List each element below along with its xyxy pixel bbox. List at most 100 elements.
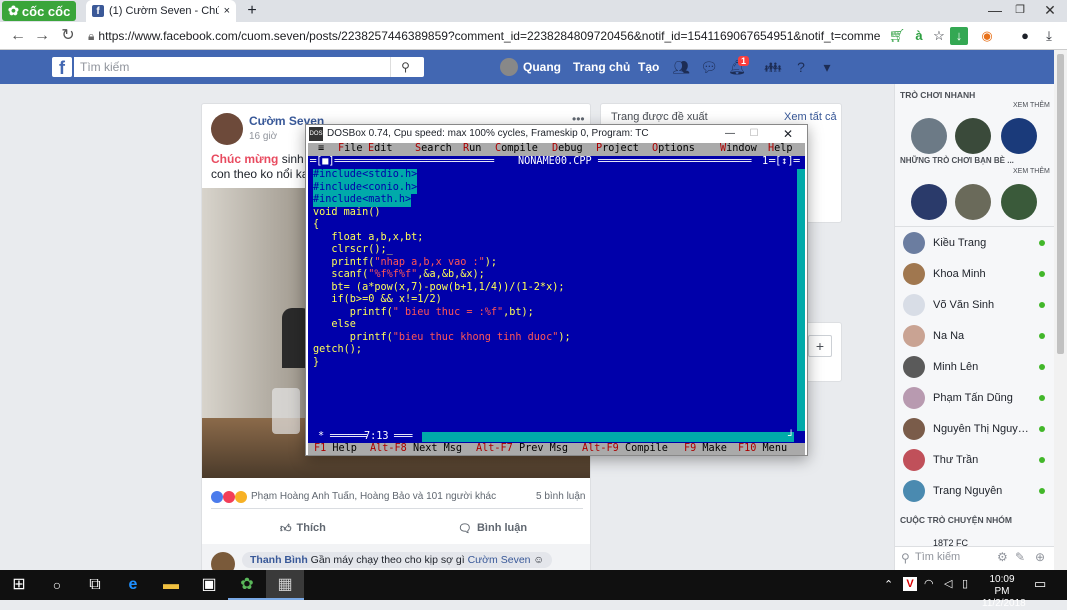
- add-button[interactable]: +: [808, 335, 832, 357]
- antivirus-tray-icon[interactable]: V: [903, 577, 917, 591]
- messenger-icon[interactable]: 💬︎: [700, 58, 718, 76]
- tc-status-item[interactable]: F1 Help: [314, 443, 357, 455]
- reactions-text[interactable]: Phạm Hoàng Anh Tuấn, Hoàng Bảo và 101 ng…: [251, 491, 496, 502]
- download-tray-icon[interactable]: ⤓: [1040, 27, 1058, 45]
- frame-close-icon[interactable]: ═[■]══════════════════════════: [310, 156, 494, 169]
- tc-menu-edit[interactable]: Edit: [368, 143, 393, 156]
- windows-start-icon[interactable]: ⊞: [0, 570, 38, 600]
- reload-icon[interactable]: ↻: [58, 26, 78, 46]
- frame-zoom-icon[interactable]: ═[↕]═: [769, 156, 800, 169]
- tc-menu-debug[interactable]: Debug: [552, 143, 583, 156]
- tc-menu-window[interactable]: Window: [720, 143, 757, 156]
- editor-vscroll[interactable]: [797, 169, 805, 431]
- gear-icon[interactable]: ⚙: [997, 550, 1008, 564]
- like-button[interactable]: 👍︎ Thích: [280, 522, 326, 535]
- browser-tab[interactable]: f (1) Cườm Seven - Chúc m ×: [86, 0, 236, 22]
- chevron-down-icon[interactable]: ▾: [818, 58, 836, 76]
- author-avatar[interactable]: [211, 113, 243, 145]
- file-explorer-icon[interactable]: ▬: [152, 570, 190, 600]
- network-icon[interactable]: ◠: [924, 577, 934, 590]
- game-thumb[interactable]: [1001, 118, 1037, 154]
- dosbox-maximize-button[interactable]: ☐: [742, 125, 766, 143]
- extension-icon[interactable]: ◉: [978, 27, 996, 45]
- home-link[interactable]: Trang chủ: [573, 59, 630, 75]
- tab-close-icon[interactable]: ×: [224, 5, 230, 17]
- comment-author[interactable]: Thanh Bình: [250, 554, 308, 566]
- comment-tag[interactable]: Cườm Seven: [468, 554, 531, 566]
- editor-hscroll[interactable]: [422, 432, 794, 442]
- system-menu-icon[interactable]: ≡: [318, 143, 324, 156]
- help-icon[interactable]: ?: [792, 58, 810, 76]
- store-icon[interactable]: ▣: [190, 570, 228, 600]
- create-link[interactable]: Tạo: [638, 59, 659, 75]
- star-icon[interactable]: ☆: [930, 27, 948, 45]
- dosbox-close-button[interactable]: ✕: [776, 125, 800, 143]
- tc-menu-help[interactable]: Help: [768, 143, 793, 156]
- turbo-c-screen[interactable]: ≡ File Edit Search Run Compile Debug Project Op…: [308, 143, 805, 455]
- page-scrollbar[interactable]: [1054, 50, 1067, 570]
- tc-status-item[interactable]: F9 Make: [684, 443, 727, 455]
- groups-icon[interactable]: 👪︎: [764, 58, 782, 76]
- tc-menu-compile[interactable]: Compile: [495, 143, 538, 156]
- game-thumb[interactable]: [955, 118, 991, 154]
- contact-item[interactable]: Nguyễn Thị Nguyên ...: [895, 413, 1055, 444]
- maximize-button[interactable]: ❐: [1005, 0, 1035, 22]
- cart-icon[interactable]: 🛒︎: [888, 27, 906, 45]
- search-icon[interactable]: ⚲: [390, 57, 420, 77]
- contact-item[interactable]: Trang Nguyễn: [895, 475, 1055, 506]
- game-thumb[interactable]: [955, 184, 991, 220]
- task-view-icon[interactable]: ⧉: [76, 570, 114, 600]
- new-tab-button[interactable]: +: [242, 1, 262, 21]
- dosbox-taskbar-icon[interactable]: ▦: [266, 570, 304, 600]
- clock[interactable]: 10:09 PM 11/2/2018: [982, 574, 1026, 610]
- action-center-icon[interactable]: ▭: [1034, 576, 1046, 592]
- forward-arrow-icon[interactable]: →: [32, 26, 52, 46]
- contact-item[interactable]: Khoa Minh: [895, 258, 1055, 289]
- download-icon[interactable]: ↓: [950, 27, 968, 45]
- new-group-icon[interactable]: ⊕: [1035, 550, 1045, 564]
- tc-menu-project[interactable]: Project: [596, 143, 639, 156]
- dosbox-title-bar[interactable]: DOS DOSBox 0.74, Cpu speed: max 100% cyc…: [306, 125, 807, 143]
- reaction-icons[interactable]: [211, 491, 247, 503]
- resize-corner-icon[interactable]: ┘: [788, 431, 794, 444]
- tc-menu-run[interactable]: Run: [463, 143, 481, 156]
- volume-icon[interactable]: ◁: [944, 577, 952, 590]
- tc-menu-search[interactable]: Search: [415, 143, 452, 156]
- chat-search-input[interactable]: Tìm kiếm: [915, 551, 960, 563]
- translate-icon[interactable]: à: [910, 27, 928, 45]
- see-all-link[interactable]: Xem tất cả: [784, 111, 837, 123]
- tc-status-item[interactable]: Alt-F8 Next Msg: [370, 443, 462, 455]
- dosbox-minimize-button[interactable]: —: [718, 125, 742, 143]
- comments-count[interactable]: 5 bình luận: [536, 491, 586, 502]
- see-more-friends-games[interactable]: XEM THÊM: [1013, 168, 1050, 175]
- cortana-icon[interactable]: ○: [38, 570, 76, 600]
- coccoc-logo[interactable]: ✿ cốc cốc: [2, 1, 77, 21]
- battery-icon[interactable]: ▯: [962, 577, 968, 590]
- game-thumb[interactable]: [911, 118, 947, 154]
- comment-button[interactable]: 🗨︎ Bình luận: [458, 522, 527, 535]
- tc-menu-file[interactable]: File: [338, 143, 363, 156]
- profile-icon[interactable]: ●: [1016, 27, 1034, 45]
- game-thumb[interactable]: [911, 184, 947, 220]
- user-name-link[interactable]: Quang: [523, 59, 561, 75]
- post-time[interactable]: 16 giờ: [249, 131, 277, 142]
- tc-status-item[interactable]: F10 Menu: [738, 443, 787, 455]
- tc-menu-options[interactable]: Options: [652, 143, 695, 156]
- friends-icon[interactable]: 👥︎: [672, 58, 690, 76]
- scrollbar-thumb[interactable]: [1057, 54, 1064, 354]
- tc-status-item[interactable]: Alt-F9 Compile: [582, 443, 668, 455]
- edge-icon[interactable]: e: [114, 570, 152, 600]
- contact-item[interactable]: Minh Lên: [895, 351, 1055, 382]
- contact-item[interactable]: Thư Trần: [895, 444, 1055, 475]
- close-window-button[interactable]: ✕: [1035, 0, 1065, 22]
- user-avatar[interactable]: [500, 58, 518, 76]
- facebook-search-input[interactable]: Tìm kiếm ⚲: [74, 57, 424, 77]
- url-field[interactable]: 🔒︎ https://www.facebook.com/cuom.seven/p…: [88, 26, 880, 46]
- coccoc-taskbar-icon[interactable]: ✿: [228, 570, 266, 600]
- back-arrow-icon[interactable]: ←: [8, 26, 28, 46]
- game-thumb[interactable]: [1001, 184, 1037, 220]
- contact-item[interactable]: Võ Văn Sinh: [895, 289, 1055, 320]
- contact-item[interactable]: Kiều Trang: [895, 227, 1055, 258]
- facebook-logo-icon[interactable]: f: [52, 57, 72, 78]
- contact-item[interactable]: Na Na: [895, 320, 1055, 351]
